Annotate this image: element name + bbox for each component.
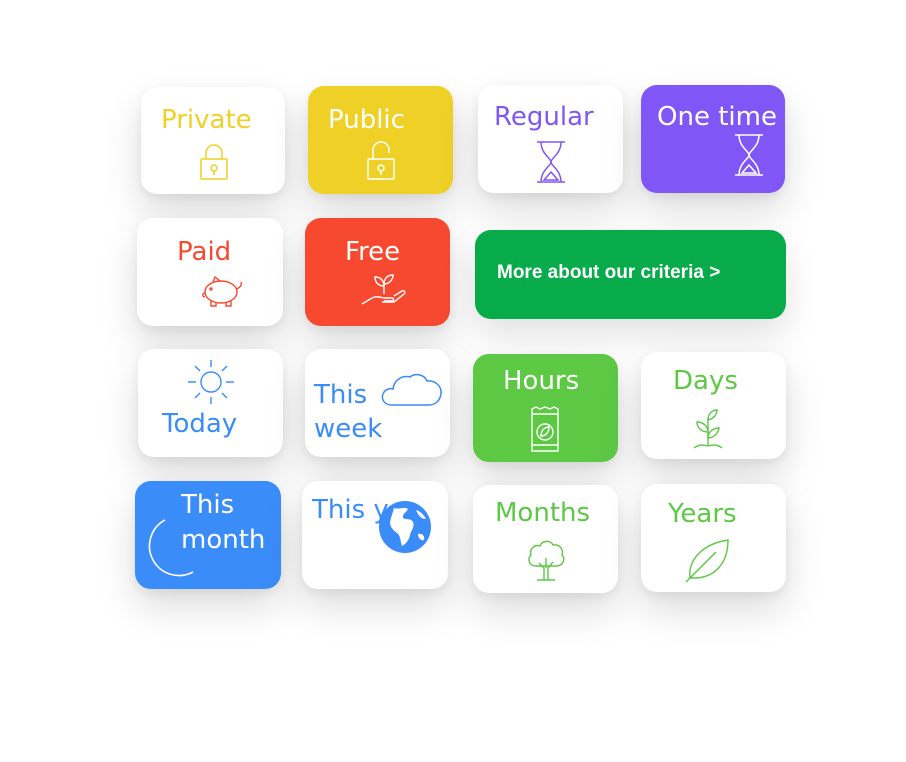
this-week-card[interactable]: This week bbox=[305, 349, 450, 457]
cloud-icon bbox=[380, 371, 444, 407]
months-card[interactable]: Months bbox=[473, 485, 618, 593]
hours-card[interactable]: Hours bbox=[473, 354, 618, 462]
seedling-icon bbox=[691, 408, 725, 450]
today-label: Today bbox=[162, 409, 238, 439]
days-card[interactable]: Days bbox=[641, 352, 786, 459]
free-label: Free bbox=[345, 237, 401, 267]
private-card[interactable]: Private bbox=[141, 87, 285, 194]
this-week-label-line2: week bbox=[314, 414, 383, 444]
this-month-card[interactable]: This month bbox=[135, 481, 281, 589]
hours-label: Hours bbox=[503, 366, 580, 396]
private-label: Private bbox=[161, 105, 252, 135]
public-card[interactable]: Public bbox=[308, 86, 453, 194]
one-time-label: One time bbox=[657, 102, 777, 132]
this-week-label-line1: This bbox=[314, 380, 368, 410]
sun-icon bbox=[186, 359, 236, 405]
hourglass-icon bbox=[733, 133, 765, 177]
one-time-card[interactable]: One time bbox=[641, 85, 785, 193]
days-label: Days bbox=[673, 366, 738, 396]
regular-card[interactable]: Regular bbox=[478, 85, 623, 193]
regular-label: Regular bbox=[494, 102, 594, 132]
free-card[interactable]: Free bbox=[305, 218, 450, 326]
hourglass-icon bbox=[535, 140, 567, 184]
this-year-card[interactable]: This ye bbox=[302, 481, 448, 589]
paid-label: Paid bbox=[177, 237, 232, 267]
years-card[interactable]: Years bbox=[641, 484, 786, 592]
criteria-button-label: More about our criteria > bbox=[497, 262, 721, 283]
today-card[interactable]: Today bbox=[138, 349, 283, 457]
seed-packet-icon bbox=[529, 405, 561, 453]
paid-card[interactable]: Paid bbox=[137, 218, 283, 326]
tree-icon bbox=[525, 538, 567, 582]
criteria-button[interactable]: More about our criteria > bbox=[475, 230, 786, 319]
piggy-bank-icon bbox=[199, 275, 245, 309]
public-label: Public bbox=[328, 105, 405, 135]
padlock-open-icon bbox=[365, 140, 397, 182]
years-label: Years bbox=[668, 499, 737, 529]
months-label: Months bbox=[495, 498, 591, 528]
leaf-icon bbox=[684, 538, 730, 584]
padlock-closed-icon bbox=[198, 142, 230, 182]
crescent-moon-icon bbox=[141, 518, 195, 578]
globe-icon bbox=[378, 500, 432, 554]
hand-sprout-icon bbox=[360, 274, 408, 308]
